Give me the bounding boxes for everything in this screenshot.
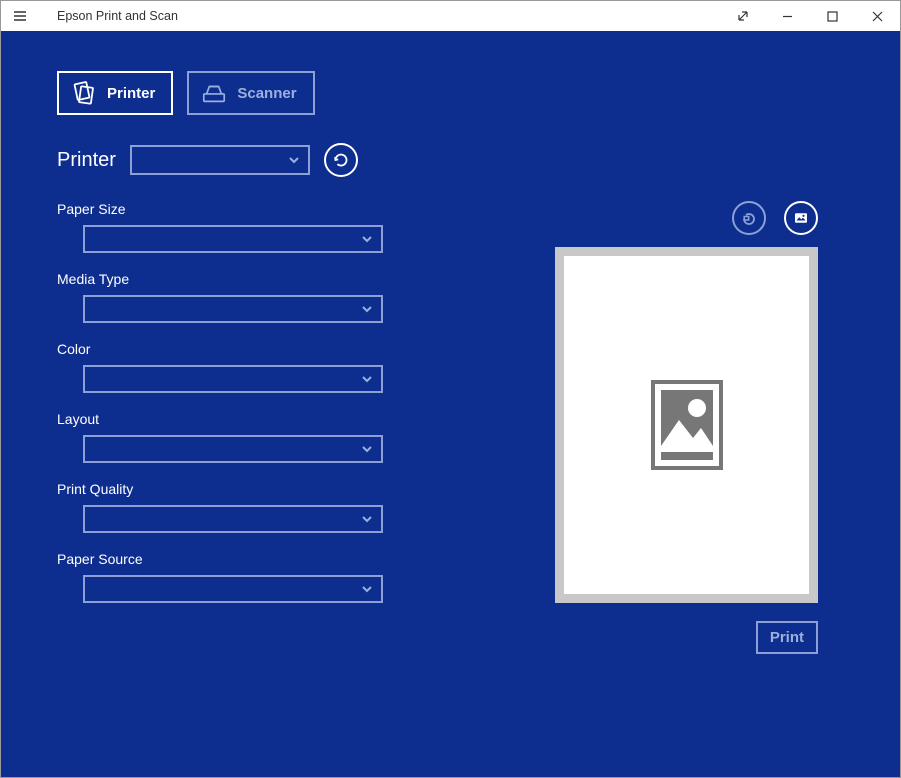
refresh-button[interactable] bbox=[324, 143, 358, 177]
setting-layout: Layout bbox=[57, 411, 457, 463]
preview-frame bbox=[555, 247, 818, 603]
setting-label: Layout bbox=[57, 411, 457, 427]
titlebar: Epson Print and Scan bbox=[1, 1, 900, 31]
printer-icon bbox=[71, 81, 97, 105]
print-quality-select[interactable] bbox=[83, 505, 383, 533]
preview-panel: Print bbox=[457, 201, 848, 654]
chevron-down-icon bbox=[361, 303, 373, 315]
chevron-down-icon bbox=[361, 443, 373, 455]
printer-row: Printer bbox=[57, 143, 848, 177]
setting-media-type: Media Type bbox=[57, 271, 457, 323]
media-type-select[interactable] bbox=[83, 295, 383, 323]
paper-size-select[interactable] bbox=[83, 225, 383, 253]
content-area: Printer Scanner Printer bbox=[1, 31, 900, 777]
tab-label: Scanner bbox=[237, 85, 296, 102]
tab-printer[interactable]: Printer bbox=[57, 71, 173, 115]
setting-label: Paper Source bbox=[57, 551, 457, 567]
settings-panel: Paper Size Media Type Color bbox=[57, 201, 457, 621]
menu-icon[interactable] bbox=[9, 5, 31, 27]
printer-select[interactable] bbox=[130, 145, 310, 175]
mode-tabs: Printer Scanner bbox=[57, 71, 848, 115]
setting-paper-source: Paper Source bbox=[57, 551, 457, 603]
print-button[interactable]: Print bbox=[756, 621, 818, 654]
add-image-button[interactable] bbox=[784, 201, 818, 235]
chevron-down-icon bbox=[361, 373, 373, 385]
rotate-button[interactable] bbox=[732, 201, 766, 235]
maximize-button[interactable] bbox=[810, 1, 855, 31]
setting-color: Color bbox=[57, 341, 457, 393]
chevron-down-icon bbox=[361, 233, 373, 245]
setting-label: Media Type bbox=[57, 271, 457, 287]
image-placeholder-icon bbox=[649, 378, 725, 472]
setting-paper-size: Paper Size bbox=[57, 201, 457, 253]
paper-source-select[interactable] bbox=[83, 575, 383, 603]
chevron-down-icon bbox=[288, 154, 300, 166]
scanner-icon bbox=[201, 81, 227, 105]
minimize-button[interactable] bbox=[765, 1, 810, 31]
printer-label: Printer bbox=[57, 149, 116, 172]
chevron-down-icon bbox=[361, 583, 373, 595]
layout-select[interactable] bbox=[83, 435, 383, 463]
setting-label: Print Quality bbox=[57, 481, 457, 497]
color-select[interactable] bbox=[83, 365, 383, 393]
app-title: Epson Print and Scan bbox=[57, 9, 178, 23]
chevron-down-icon bbox=[361, 513, 373, 525]
tab-scanner[interactable]: Scanner bbox=[187, 71, 314, 115]
expand-button[interactable] bbox=[720, 1, 765, 31]
setting-print-quality: Print Quality bbox=[57, 481, 457, 533]
tab-label: Printer bbox=[107, 85, 155, 102]
setting-label: Color bbox=[57, 341, 457, 357]
print-button-label: Print bbox=[770, 629, 804, 646]
close-button[interactable] bbox=[855, 1, 900, 31]
setting-label: Paper Size bbox=[57, 201, 457, 217]
